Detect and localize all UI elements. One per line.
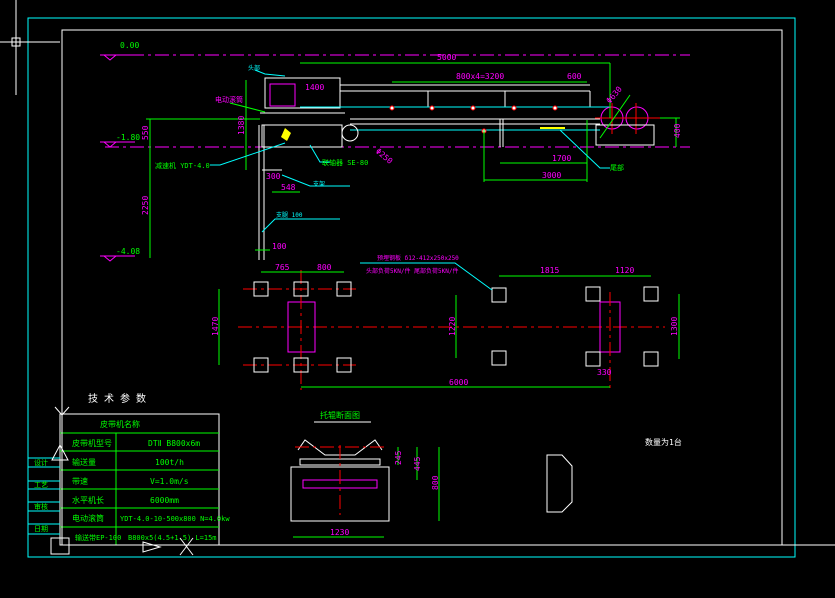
dim-head-width: 1400 bbox=[305, 83, 324, 92]
d-shape-symbol bbox=[546, 454, 573, 513]
label: 头部 bbox=[248, 64, 260, 72]
dim-6000: 6000 bbox=[449, 378, 468, 387]
row-value: B800x5(4.5+1.5) L=15m bbox=[128, 534, 217, 542]
dim-2250: 2250 bbox=[141, 196, 150, 215]
label: 联轴器 SE-80 bbox=[322, 158, 368, 167]
row-label: 皮带机型号 bbox=[72, 438, 112, 448]
label: 电动滚筒 bbox=[215, 95, 243, 104]
tech-parameter-table: 技 术 参 数 皮带机名称 皮带机型号 DTⅡ B800x6m 输送量 100t… bbox=[59, 392, 230, 546]
strip-label: 日期 bbox=[34, 525, 48, 533]
row-label: 输送带EP-100 bbox=[75, 533, 121, 542]
signature-strip: 设计 工艺 审核 日期 bbox=[28, 457, 60, 535]
dim-1470: 1470 bbox=[211, 317, 220, 336]
dim-1220: 1220 bbox=[448, 317, 457, 336]
foundation-plan: 765 800 1815 1120 1470 1220 1300 6000 33… bbox=[211, 254, 680, 390]
row-value: YDT-4.0-10-500x800 N=4.0kw bbox=[120, 515, 230, 523]
dim-drive: Φ250 bbox=[374, 147, 395, 166]
dim-spacing: 800x4=3200 bbox=[456, 72, 504, 81]
row-value: 100t/h bbox=[155, 458, 184, 467]
dim-765: 765 bbox=[275, 263, 290, 272]
table-header: 皮带机名称 bbox=[100, 419, 140, 429]
row-label: 电动滚筒 bbox=[72, 513, 104, 523]
dim-550: 550 bbox=[141, 125, 150, 140]
cad-drawing-canvas[interactable]: 0.00 -1.80 -4.08 5000 800x4=3200 600 140… bbox=[0, 0, 835, 598]
row-value: V=1.0m/s bbox=[150, 477, 189, 486]
dim-1380: 1380 bbox=[237, 116, 246, 135]
drawing: 0.00 -1.80 -4.08 5000 800x4=3200 600 140… bbox=[0, 0, 835, 558]
dim-300: 300 bbox=[266, 172, 281, 181]
label: 尾部 bbox=[610, 163, 624, 172]
dim-1120: 1120 bbox=[615, 266, 634, 275]
row-value: 6000mm bbox=[150, 496, 179, 505]
dim-100: 100 bbox=[272, 242, 287, 251]
dim-245: 245 bbox=[394, 450, 403, 465]
idler-cross-section: 托辊断面图 245 445 800 1230 数量为1台 bbox=[290, 410, 682, 538]
row-label: 带速 bbox=[72, 477, 88, 486]
dim-pulley: Φ630 bbox=[605, 85, 624, 106]
strip-label: 设计 bbox=[34, 458, 48, 467]
plan-note: 头部负荷5KN/件 尾部负荷5KN/件 bbox=[366, 267, 459, 275]
dim-445: 445 bbox=[413, 456, 422, 471]
quantity-note: 数量为1台 bbox=[645, 437, 682, 447]
elevation-marks: 0.00 -1.80 -4.08 bbox=[100, 41, 690, 262]
plan-note: 预埋钢板 δ12-412x250x250 bbox=[377, 254, 459, 262]
label: 支腿 100 bbox=[276, 211, 303, 219]
dim-330: 330 bbox=[597, 368, 612, 377]
dim-800: 800 bbox=[317, 263, 332, 272]
table-title: 技 术 参 数 bbox=[88, 392, 146, 405]
row-label: 输送量 bbox=[72, 457, 96, 467]
dim-tail-height: 400 bbox=[673, 123, 682, 138]
side-view-dimensions: 5000 800x4=3200 600 1400 1700 3000 400 2… bbox=[141, 53, 682, 258]
dim-800: 800 bbox=[431, 475, 440, 490]
dim-end: 600 bbox=[567, 72, 582, 81]
dim-1300: 1300 bbox=[670, 317, 679, 336]
strip-label: 工艺 bbox=[34, 481, 48, 489]
elevation-label: -4.08 bbox=[116, 247, 140, 256]
dim-total: 5000 bbox=[437, 53, 456, 62]
crosshair-cursor-icon bbox=[0, 0, 60, 95]
conveyor-side-view bbox=[258, 77, 660, 260]
side-view-labels: 头部 电动滚筒 减速机 YDT-4.0 联轴器 SE-80 支架 支腿 100 … bbox=[155, 64, 624, 233]
label: 减速机 YDT-4.0 bbox=[155, 161, 210, 170]
strip-label: 审核 bbox=[34, 502, 48, 511]
sheet-border bbox=[27, 17, 796, 558]
elevation-label: -1.80 bbox=[116, 133, 140, 142]
dim-548: 548 bbox=[281, 183, 296, 192]
elevation-label: 0.00 bbox=[120, 41, 139, 50]
label: 支架 bbox=[313, 180, 325, 188]
dim-1230: 1230 bbox=[330, 528, 349, 537]
row-value: DTⅡ B800x6m bbox=[148, 439, 200, 448]
dim-3000: 3000 bbox=[542, 171, 561, 180]
row-label: 水平机长 bbox=[72, 495, 104, 505]
section-title: 托辊断面图 bbox=[320, 410, 360, 420]
dim-1700: 1700 bbox=[552, 154, 571, 163]
dim-1815: 1815 bbox=[540, 266, 559, 275]
